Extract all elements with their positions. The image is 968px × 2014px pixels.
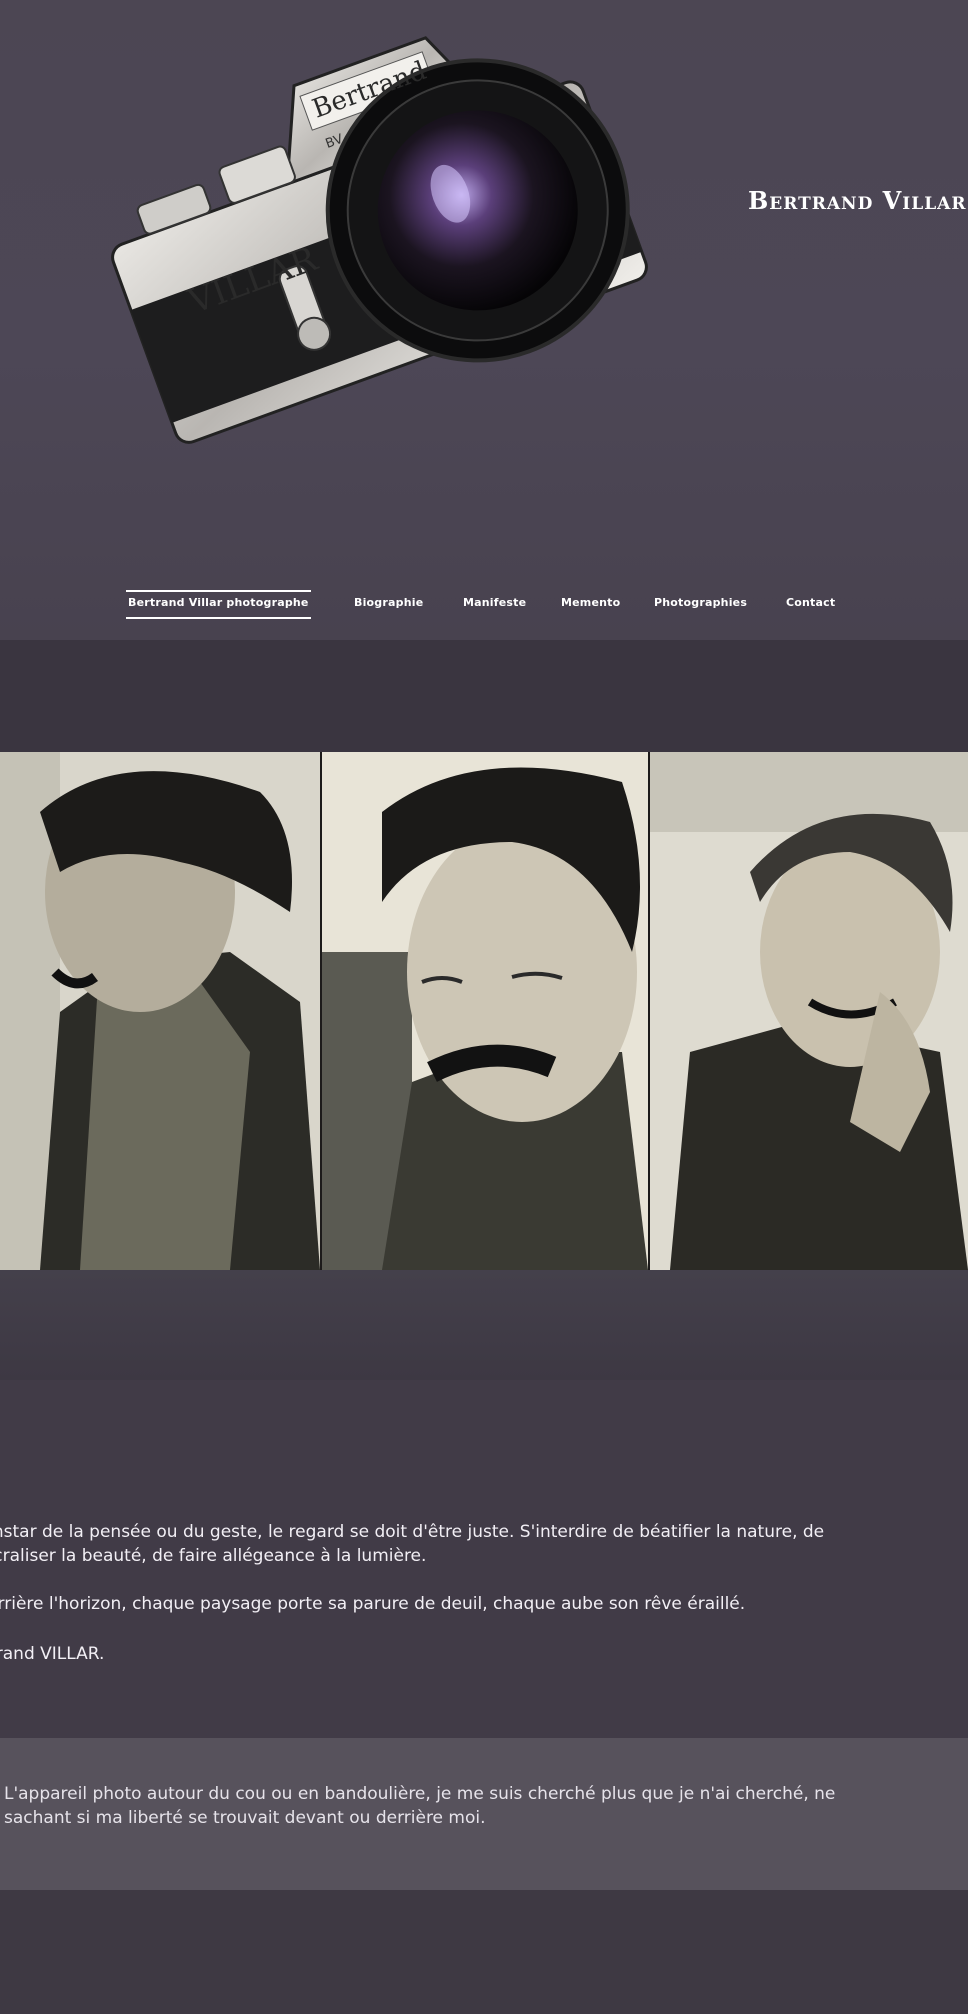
nav-item-photographies[interactable]: Photographies bbox=[654, 596, 747, 609]
nav-item-home[interactable]: Bertrand Villar photographe bbox=[126, 590, 311, 619]
manifesto-section: L'instar de la pensée ou du geste, le re… bbox=[0, 1380, 968, 1740]
quote-text: L'appareil photo autour du cou ou en ban… bbox=[4, 1784, 836, 1828]
main-nav: Bertrand Villar photographe Biographie M… bbox=[0, 586, 968, 626]
manifesto-signature: Bertrand VILLAR. bbox=[0, 1644, 105, 1664]
spacer-band-lower bbox=[0, 1270, 968, 1380]
camera-logo-image[interactable]: VILLAR Bertrand BV bbox=[70, 0, 750, 500]
quote-box: L'appareil photo autour du cou ou en ban… bbox=[0, 1738, 968, 1890]
portrait-strip bbox=[0, 752, 968, 1270]
nav-item-contact[interactable]: Contact bbox=[786, 596, 835, 609]
nav-item-manifeste[interactable]: Manifeste bbox=[463, 596, 526, 609]
nav-item-memento[interactable]: Memento bbox=[561, 596, 620, 609]
portrait-photo-3[interactable] bbox=[650, 752, 968, 1270]
portrait-photo-1[interactable] bbox=[0, 752, 320, 1270]
manifesto-paragraph-2: Derrière l'horizon, chaque paysage porte… bbox=[0, 1594, 746, 1614]
site-title[interactable]: Bertrand Villar bbox=[748, 186, 966, 215]
manifesto-paragraph-1: L'instar de la pensée ou du geste, le re… bbox=[0, 1522, 825, 1566]
nav-item-biographie[interactable]: Biographie bbox=[354, 596, 423, 609]
footer-band bbox=[0, 1890, 968, 2014]
spacer-band bbox=[0, 640, 968, 752]
portrait-photo-2[interactable] bbox=[322, 752, 648, 1270]
site-header: VILLAR Bertrand BV Bertrand Villar Bertr… bbox=[0, 0, 968, 640]
